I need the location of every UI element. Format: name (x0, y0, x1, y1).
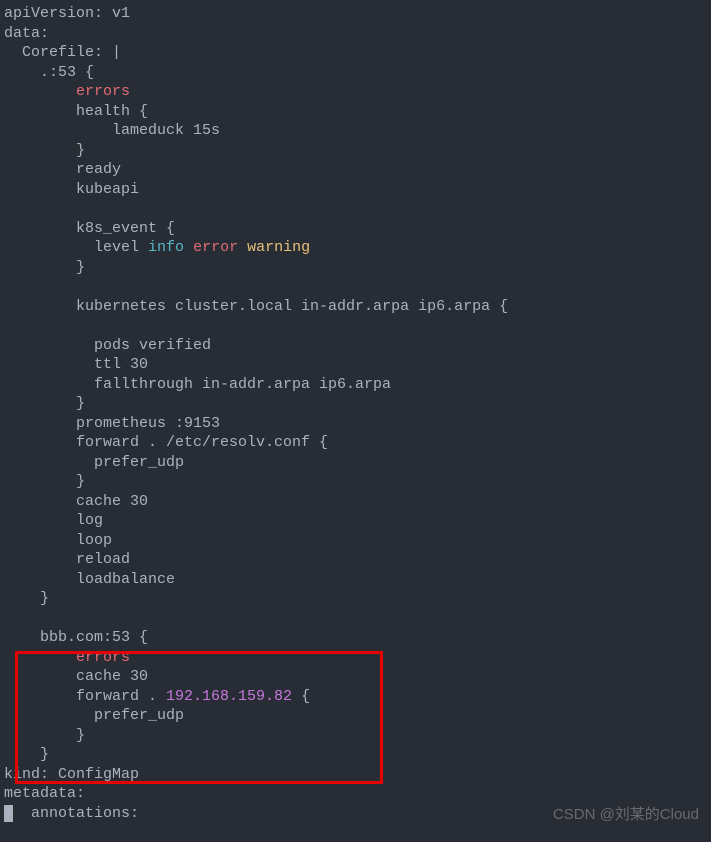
line-apiversion: apiVersion: v1 (4, 5, 130, 22)
line-close1: } (4, 142, 85, 159)
token-error: error (193, 239, 238, 256)
line-prometheus: prometheus :9153 (4, 415, 220, 432)
line-kind: kind: ConfigMap (4, 766, 139, 783)
line-ready: ready (4, 161, 121, 178)
cursor-icon (4, 805, 13, 822)
line-close4: } (4, 473, 85, 490)
line-forward1: forward . /etc/resolv.conf { (4, 434, 328, 451)
line-metadata: metadata: (4, 785, 85, 802)
line-preferudp1: prefer_udp (4, 454, 184, 471)
line-block-open: .:53 { (4, 64, 94, 81)
line-kubernetes: kubernetes cluster.local in-addr.arpa ip… (4, 298, 508, 315)
code-block: apiVersion: v1 data: Corefile: | .:53 { … (4, 4, 707, 823)
line-errors: errors (4, 83, 130, 100)
line-close6: } (4, 727, 85, 744)
line-errors2: errors (4, 649, 130, 666)
directive-errors2: errors (76, 649, 130, 666)
directive-errors: errors (76, 83, 130, 100)
line-preferudp2: prefer_udp (4, 707, 184, 724)
line-forward2: forward . 192.168.159.82 { (4, 688, 310, 705)
line-kubeapi: kubeapi (4, 181, 139, 198)
line-k8sevent: k8s_event { (4, 220, 175, 237)
line-close5: } (4, 590, 49, 607)
watermark-text: CSDN @刘某的Cloud (553, 805, 699, 825)
token-warning: warning (247, 239, 310, 256)
line-cache1: cache 30 (4, 493, 148, 510)
line-close7: } (4, 746, 49, 763)
line-corefile: Corefile: | (4, 44, 121, 61)
token-info: info (148, 239, 184, 256)
line-loop: loop (4, 532, 112, 549)
line-pods: pods verified (4, 337, 211, 354)
line-level: level info error warning (4, 239, 310, 256)
line-annotations: annotations: (13, 805, 139, 822)
line-fallthrough: fallthrough in-addr.arpa ip6.arpa (4, 376, 391, 393)
line-lameduck: lameduck 15s (4, 122, 220, 139)
line-close2: } (4, 259, 85, 276)
line-ttl: ttl 30 (4, 356, 148, 373)
line-cache2: cache 30 (4, 668, 148, 685)
ip-address: 192.168.159.82 (166, 688, 292, 705)
line-reload: reload (4, 551, 130, 568)
line-log: log (4, 512, 103, 529)
line-loadbalance: loadbalance (4, 571, 175, 588)
line-close3: } (4, 395, 85, 412)
line-bbb: bbb.com:53 { (4, 629, 148, 646)
line-data: data: (4, 25, 49, 42)
line-health: health { (4, 103, 148, 120)
